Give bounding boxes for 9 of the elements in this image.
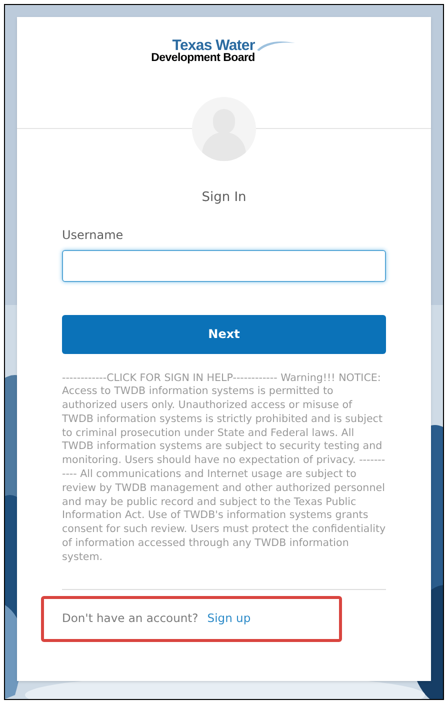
sign-up-link[interactable]: Sign up [207, 610, 251, 628]
signup-prompt: Don't have an account? [62, 610, 198, 628]
username-field[interactable] [62, 250, 386, 282]
next-button[interactable]: Next [62, 314, 386, 354]
sign-in-title: Sign In [200, 189, 248, 207]
notice-text[interactable]: ------------CLICK FOR SIGN IN HELP------------ Warning!!! NOTICE: Access to TWDB information systems is permitted to authorized users only. Unauthorized access or misuse of TWDB information systems is strictly prohibited and is subject to criminal prosecution under State and Federal laws. All TWDB information systems are subject to security testing and monitoring. Users should have no expectation of privacy. ----------- All communications and Internet usage are subject to review by TWDB management and other authorized personnel and may be public record and subject to the Texas Public Information Act. Use of TWDB's information systems grants consent for such review. Users must protect the confidentiality of information accessed through any TWDB information system. [62, 372, 386, 565]
username-label: Username [62, 226, 124, 244]
logo-text: Texas Water [172, 38, 255, 53]
logo-text: Development Board [151, 53, 255, 64]
